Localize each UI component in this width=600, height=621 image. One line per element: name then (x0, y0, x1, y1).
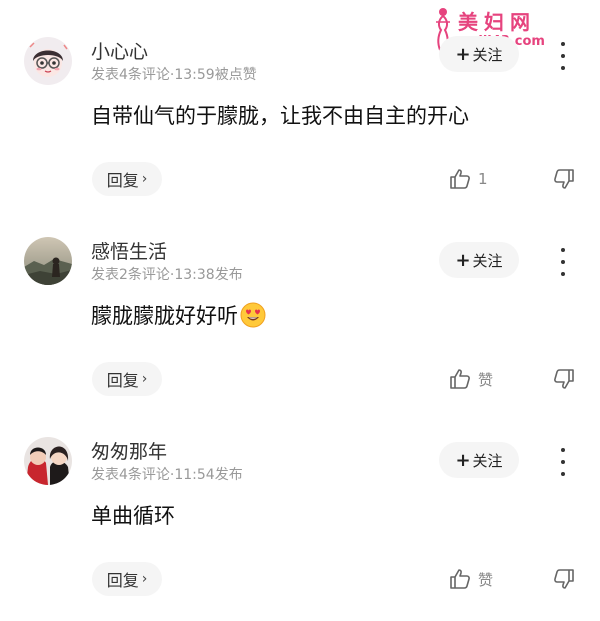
plus-icon: + (455, 249, 471, 271)
comment-meta: 发表4条评论·13:59被点赞 (91, 67, 257, 83)
like-count: 1 (478, 170, 488, 188)
chevron-right-icon: › (141, 371, 148, 387)
comment-meta: 发表4条评论·11:54发布 (91, 467, 243, 483)
comment-item: 感悟生活 发表2条评论·13:38发布 + 关注 朦胧朦胧好好听 回复 › 赞 (0, 232, 600, 432)
reply-label: 回复 (106, 171, 139, 190)
follow-label: 关注 (472, 451, 503, 470)
follow-button[interactable]: + 关注 (439, 242, 519, 278)
more-options-icon[interactable] (551, 448, 575, 476)
thumbs-down-icon (554, 569, 574, 589)
like-button[interactable]: 1 (448, 164, 488, 194)
plus-icon: + (455, 43, 471, 65)
chevron-right-icon: › (141, 571, 148, 587)
chevron-right-icon: › (141, 171, 148, 187)
username[interactable]: 匆匆那年 (91, 437, 167, 464)
thumbs-down-icon (554, 169, 574, 189)
comment-item: 小心心 发表4条评论·13:59被点赞 + 关注 自带仙气的于朦胧，让我不由自主… (0, 32, 600, 232)
comment-text: 朦胧朦胧好好听 (91, 300, 266, 330)
like-label: 赞 (478, 570, 494, 589)
thumbs-up-icon (450, 569, 470, 589)
username[interactable]: 小心心 (91, 37, 148, 64)
reply-button[interactable]: 回复 › (92, 562, 162, 596)
reply-button[interactable]: 回复 › (92, 162, 162, 196)
comment-content: 自带仙气的于朦胧，让我不由自主的开心 (91, 104, 469, 128)
follow-button[interactable]: + 关注 (439, 36, 519, 72)
comment-meta: 发表2条评论·13:38发布 (91, 267, 243, 283)
more-options-icon[interactable] (551, 248, 575, 276)
cartoon-girl-avatar-icon (24, 37, 72, 85)
dislike-button[interactable] (552, 564, 578, 594)
comment-item: 匆匆那年 发表4条评论·11:54发布 + 关注 单曲循环 回复 › 赞 (0, 432, 600, 621)
username[interactable]: 感悟生活 (91, 237, 167, 264)
comment-text: 自带仙气的于朦胧，让我不由自主的开心 (91, 100, 469, 130)
comment-content: 朦胧朦胧好好听 (91, 304, 238, 328)
follow-label: 关注 (472, 45, 503, 64)
avatar[interactable] (24, 237, 72, 285)
reply-label: 回复 (106, 571, 139, 590)
couple-photo-avatar-icon (24, 437, 72, 485)
avatar[interactable] (24, 437, 72, 485)
heart-eyes-emoji-icon (240, 302, 266, 328)
thumbs-up-icon (450, 169, 470, 189)
thumbs-down-icon (554, 369, 574, 389)
more-options-icon[interactable] (551, 42, 575, 70)
thumbs-up-icon (450, 369, 470, 389)
dislike-button[interactable] (552, 364, 578, 394)
reply-label: 回复 (106, 371, 139, 390)
avatar[interactable] (24, 37, 72, 85)
plus-icon: + (455, 449, 471, 471)
like-button[interactable]: 赞 (448, 564, 493, 594)
like-label: 赞 (478, 370, 494, 389)
watermark-title: 美妇网 (458, 10, 536, 34)
like-button[interactable]: 赞 (448, 364, 493, 394)
dislike-button[interactable] (552, 164, 578, 194)
comment-content: 单曲循环 (91, 504, 175, 528)
landscape-avatar-icon (24, 237, 72, 285)
comment-text: 单曲循环 (91, 500, 175, 530)
reply-button[interactable]: 回复 › (92, 362, 162, 396)
follow-button[interactable]: + 关注 (439, 442, 519, 478)
follow-label: 关注 (472, 251, 503, 270)
